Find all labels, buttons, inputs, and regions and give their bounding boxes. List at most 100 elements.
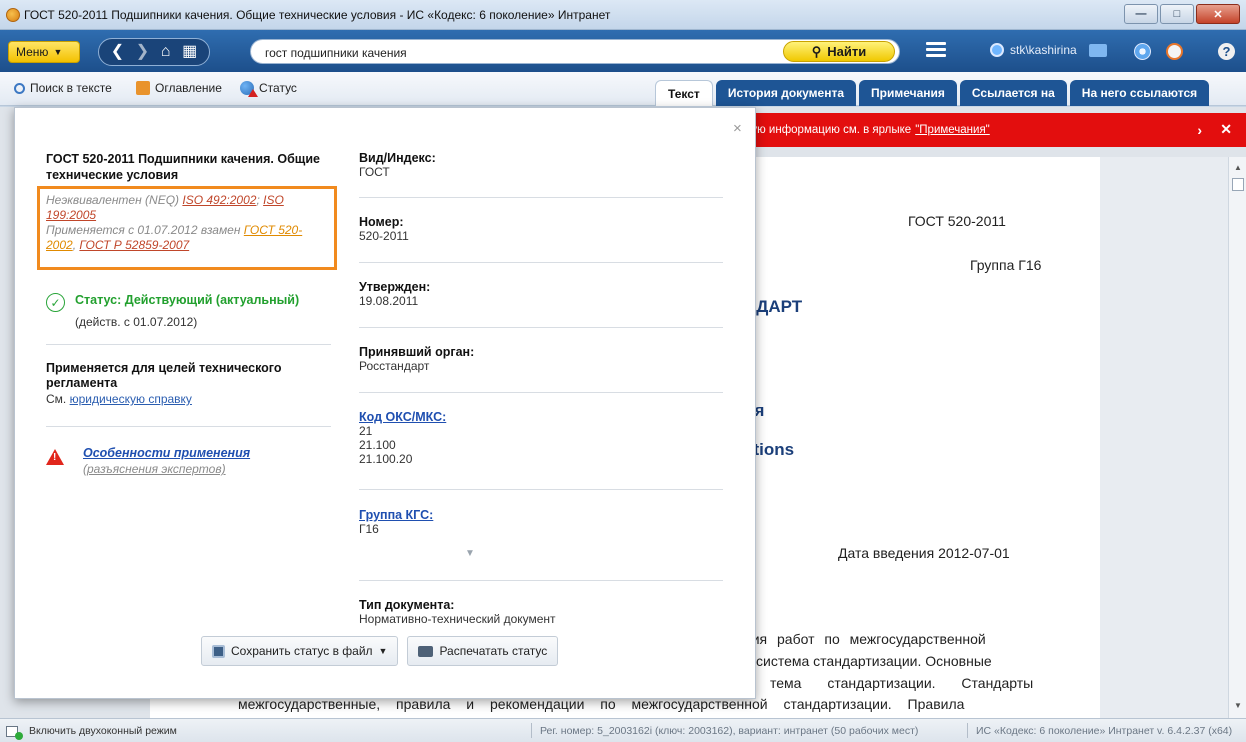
field-value: 520-2011 — [359, 229, 409, 243]
globe-icon[interactable] — [1134, 43, 1151, 60]
save-status-label: Сохранить статус в файл — [231, 644, 373, 658]
field-doctype: Тип документа: Нормативно-технический до… — [359, 598, 723, 626]
neq-prefix: Неэквивалентен (NEQ) — [46, 193, 183, 207]
document-tabs: Текст История документа Примечания Ссыла… — [655, 80, 1210, 106]
find-button[interactable]: ⚲ Найти — [783, 41, 895, 62]
doc-para-line-2: система стандартизации. Основные — [756, 653, 992, 669]
contents-button[interactable]: Оглавление — [136, 81, 222, 95]
oks-value-1: 21 — [359, 424, 373, 438]
magnifier-icon — [14, 82, 25, 94]
scroll-up-icon[interactable]: ▲ — [1234, 163, 1242, 172]
legal-reference-link[interactable]: юридическую справку — [70, 392, 192, 406]
version-info: ИС «Кодекс: 6 поколение» Интранет v. 6.4… — [976, 725, 1233, 737]
expand-triangle-icon[interactable]: ▼ — [465, 548, 475, 559]
status-since: (действ. с 01.07.2012) — [75, 315, 198, 329]
hamburger-menu-icon[interactable] — [926, 42, 946, 58]
caret-down-icon: ▼ — [53, 47, 63, 57]
status-bar: Включить двухоконный режим Рег. номер: 5… — [0, 718, 1246, 742]
chevron-right-icon[interactable]: › — [1197, 122, 1202, 138]
regulation-see-prefix: См. — [46, 392, 70, 406]
regulation-see: См. юридическую справку — [46, 392, 336, 406]
help-icon[interactable]: ? — [1218, 43, 1235, 60]
search-box: ⚲ Найти — [250, 39, 900, 64]
oks-value-2: 21.100 — [359, 438, 396, 452]
divider — [359, 327, 723, 328]
user-account[interactable]: stk\kashirina — [990, 43, 1107, 57]
popup-buttons: Сохранить статус в файл ▼ Распечатать ст… — [201, 636, 559, 666]
gost-r-52859-link[interactable]: ГОСТ Р 52859-2007 — [79, 238, 189, 252]
field-value: ГОСТ — [359, 165, 390, 179]
twin-mode-button[interactable]: Включить двухоконный режим — [6, 725, 177, 740]
field-number: Номер: 520-2011 — [359, 215, 723, 243]
user-name: stk\kashirina — [1010, 43, 1077, 57]
field-label: Принявший орган: — [359, 345, 475, 359]
contents-label: Оглавление — [155, 81, 222, 95]
status-warning-icon — [240, 81, 258, 97]
clock-icon[interactable] — [1166, 43, 1183, 60]
find-label: Найти — [827, 44, 867, 59]
popup-left-column: ГОСТ 520-2011 Подшипники качения. Общие … — [46, 151, 336, 183]
field-label: Вид/Индекс: — [359, 151, 436, 165]
scroll-grip[interactable] — [1232, 178, 1244, 191]
divider — [967, 723, 968, 738]
divider — [46, 426, 331, 427]
back-arrow-icon[interactable]: ❮ — [111, 44, 124, 60]
warning-icon — [46, 449, 64, 465]
minimize-button[interactable]: — — [1124, 4, 1158, 24]
field-oks: Код ОКС/МКС: 21 21.100 21.100.20 — [359, 410, 723, 466]
tab-notes[interactable]: Примечания — [859, 80, 957, 106]
tab-history[interactable]: История документа — [715, 80, 857, 106]
save-status-button[interactable]: Сохранить статус в файл ▼ — [201, 636, 399, 666]
twin-mode-label: Включить двухоконный режим — [29, 725, 177, 737]
home-icon[interactable]: ⌂ — [161, 44, 171, 60]
search-input[interactable] — [265, 44, 775, 61]
divider — [359, 580, 723, 581]
features-link[interactable]: Особенности применения — [83, 446, 250, 460]
close-notice-icon[interactable]: ✕ — [1220, 121, 1232, 138]
menu-label: Меню — [16, 45, 49, 59]
iso-492-link[interactable]: ISO 492:2002 — [182, 193, 256, 207]
forward-arrow-icon[interactable]: ❯ — [136, 44, 149, 60]
scroll-down-icon[interactable]: ▼ — [1234, 701, 1242, 710]
maximize-button[interactable]: □ — [1160, 4, 1194, 24]
divider — [46, 344, 331, 345]
oks-link[interactable]: Код ОКС/МКС: — [359, 410, 723, 424]
tab-text[interactable]: Текст — [655, 80, 713, 106]
notice-bar: ную информацию см. в ярлыке "Примечания"… — [740, 113, 1246, 147]
status-button[interactable]: Статус — [240, 81, 297, 97]
main-toolbar: Меню ▼ ❮ ❯ ⌂ ▦ ⚲ Найти stk\kashirina ? — [0, 30, 1246, 72]
doc-number: ГОСТ 520-2011 — [908, 213, 1006, 229]
divider — [531, 723, 532, 738]
doc-para-line-3: тема стандартизации. Стандарты — [770, 675, 1034, 691]
search-in-text-button[interactable]: Поиск в тексте — [14, 81, 112, 95]
replaces-prefix: Применяется с 01.07.2012 взамен — [46, 223, 244, 237]
grid-icon[interactable]: ▦ — [182, 44, 197, 60]
field-label: Номер: — [359, 215, 404, 229]
doc-para-line-1: ния работ по межгосударственной — [744, 631, 986, 647]
print-status-button[interactable]: Распечатать статус — [407, 636, 559, 666]
menu-button[interactable]: Меню ▼ — [8, 41, 80, 63]
status-text: Статус: Действующий (актуальный) — [75, 293, 300, 307]
kgs-link[interactable]: Группа КГС: — [359, 508, 723, 522]
window-controls: — □ ✕ — [1124, 4, 1240, 24]
tab-referenced-by[interactable]: На него ссылаются — [1069, 80, 1210, 106]
vertical-scrollbar[interactable]: ▲ ▼ — [1228, 157, 1246, 718]
features-sub-link[interactable]: (разъяснения экспертов) — [83, 462, 226, 476]
printer-icon — [418, 645, 434, 657]
close-popup-icon[interactable]: × — [733, 120, 742, 137]
notice-link[interactable]: "Примечания" — [915, 124, 990, 136]
search-in-text-label: Поиск в тексте — [30, 81, 112, 95]
field-label: Тип документа: — [359, 598, 455, 612]
status-label: Статус — [259, 81, 297, 95]
field-value: 19.08.2011 — [359, 294, 419, 308]
relations-text: Неэквивалентен (NEQ) ISO 492:2002; ISO 1… — [46, 193, 330, 253]
floppy-icon — [212, 644, 225, 658]
tab-references[interactable]: Ссылается на — [959, 80, 1067, 106]
close-window-button[interactable]: ✕ — [1196, 4, 1240, 24]
print-status-label: Распечатать статус — [439, 644, 548, 658]
window-title: ГОСТ 520-2011 Подшипники качения. Общие … — [24, 8, 611, 22]
folder-icon[interactable] — [1088, 43, 1107, 57]
notice-text: ную информацию см. в ярлыке — [745, 124, 912, 136]
navigation-group: ❮ ❯ ⌂ ▦ — [98, 38, 210, 66]
doc-intro-date: Дата введения 2012-07-01 — [838, 545, 1010, 561]
